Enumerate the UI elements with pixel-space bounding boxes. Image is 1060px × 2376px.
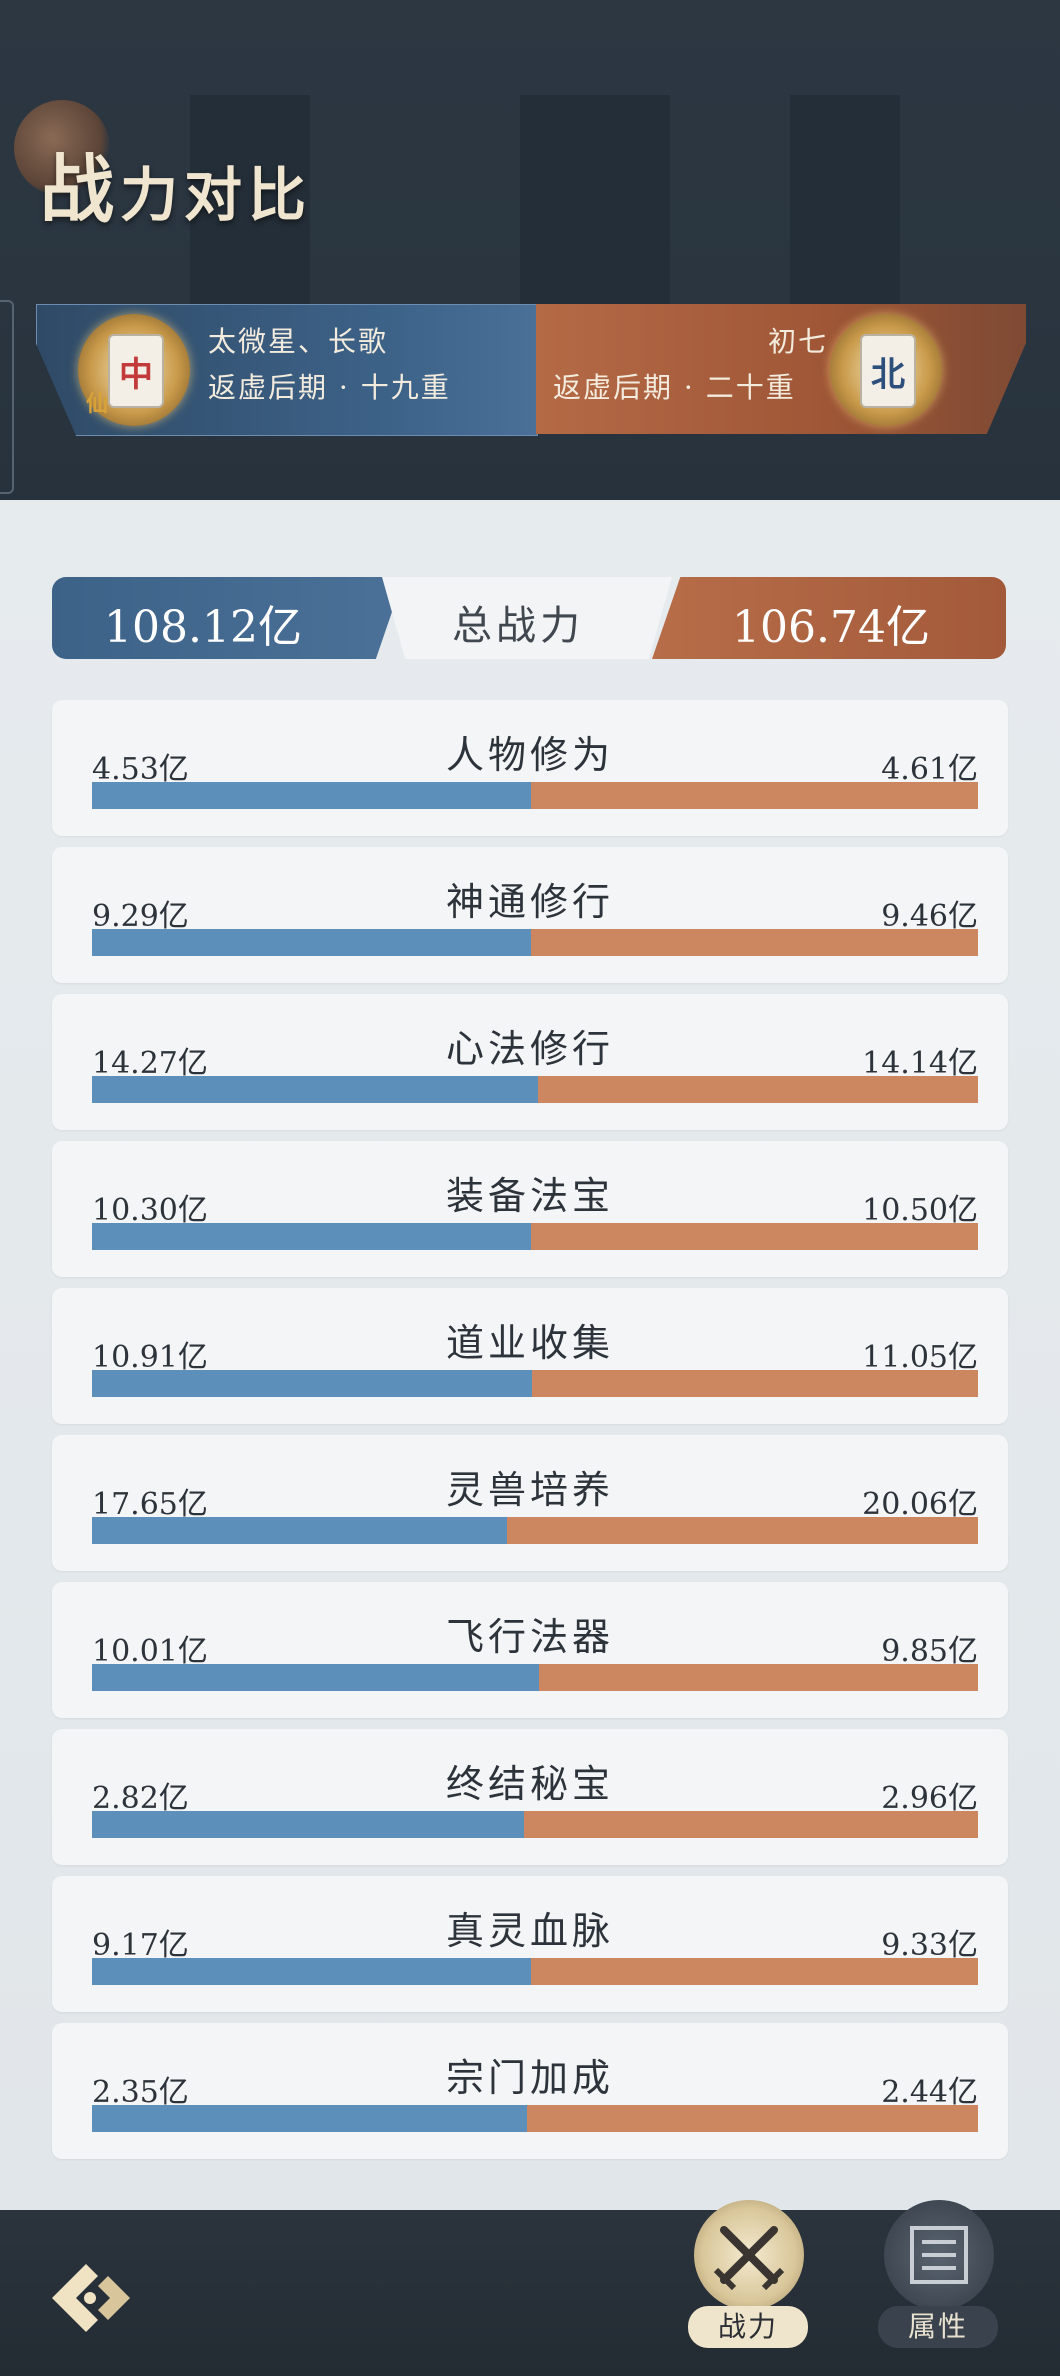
comparison-row: 灵兽培养 17.65亿 20.06亿 bbox=[52, 1435, 1008, 1571]
bar-right-segment bbox=[531, 782, 978, 809]
total-label: 总战力 bbox=[452, 603, 584, 649]
comparison-row: 飞行法器 10.01亿 9.85亿 bbox=[52, 1582, 1008, 1718]
page-title: 战力对比 bbox=[40, 130, 312, 237]
bottom-nav: 战力 属性 bbox=[0, 2200, 1060, 2376]
header: 战力对比 中 仙 北 太微星、长歌 返虚后期 · 十九重 初七 返虚后期 · 二… bbox=[0, 0, 1060, 500]
right-sect-emblem-icon[interactable]: 北 bbox=[830, 314, 942, 426]
bar-right-segment bbox=[538, 1664, 978, 1691]
tab-power-label: 战力 bbox=[688, 2306, 808, 2348]
comparison-row: 心法修行 14.27亿 14.14亿 bbox=[52, 994, 1008, 1130]
comparison-bar bbox=[92, 1370, 978, 1397]
row-label: 人物修为 bbox=[445, 733, 614, 777]
right-player-realm: 返虚后期 · 二十重 bbox=[553, 371, 796, 404]
row-label: 真灵血脉 bbox=[445, 1909, 614, 1953]
row-label: 宗门加成 bbox=[445, 2056, 614, 2100]
bar-left-segment bbox=[92, 1664, 539, 1691]
left-player-realm: 返虚后期 · 十九重 bbox=[208, 371, 451, 404]
bar-right-segment bbox=[531, 929, 978, 956]
page-title-big: 战 bbox=[40, 147, 120, 233]
comparison-bar bbox=[92, 1811, 978, 1838]
right-player-name: 初七 bbox=[768, 325, 829, 358]
tab-attributes-label: 属性 bbox=[878, 2306, 998, 2348]
back-arrow-icon bbox=[52, 2264, 130, 2332]
page-title-rest: 力对比 bbox=[120, 161, 313, 229]
comparison-row: 终结秘宝 2.82亿 2.96亿 bbox=[52, 1729, 1008, 1865]
left-player-name: 太微星、长歌 bbox=[208, 325, 389, 358]
left-emblem-tile: 中 bbox=[108, 334, 164, 408]
bar-left-segment bbox=[92, 1811, 525, 1838]
comparison-row: 道业收集 10.91亿 11.05亿 bbox=[52, 1288, 1008, 1424]
comparison-row: 宗门加成 2.35亿 2.44亿 bbox=[52, 2023, 1008, 2159]
comparison-bar bbox=[92, 1664, 978, 1691]
bar-right-segment bbox=[506, 1517, 978, 1544]
bar-right-segment bbox=[530, 1223, 978, 1250]
comparison-bar bbox=[92, 1076, 978, 1103]
bar-left-segment bbox=[92, 1223, 531, 1250]
tab-attributes-circle bbox=[884, 2200, 994, 2310]
total-right-value: 106.74亿 bbox=[732, 602, 930, 653]
comparison-row: 真灵血脉 9.17亿 9.33亿 bbox=[52, 1876, 1008, 2012]
bar-right-segment bbox=[531, 1958, 978, 1985]
row-label: 终结秘宝 bbox=[445, 1762, 614, 1806]
comparison-bar bbox=[92, 782, 978, 809]
background-panel bbox=[790, 95, 900, 305]
left-sect-emblem-icon[interactable]: 中 仙 bbox=[78, 314, 190, 426]
comparison-list: 人物修为 4.53亿 4.61亿 神通修行 9.29亿 9.46亿 心法修行 14.27亿 14… bbox=[52, 700, 1008, 2170]
comparison-bar bbox=[92, 1958, 978, 1985]
bar-right-segment bbox=[524, 1811, 978, 1838]
comparison-bar bbox=[92, 1517, 978, 1544]
comparison-bar bbox=[92, 1223, 978, 1250]
tab-attributes[interactable]: 属性 bbox=[878, 2180, 998, 2348]
bar-left-segment bbox=[92, 2105, 528, 2132]
total-power-bar: 108.12亿 总战力 106.74亿 bbox=[52, 577, 1006, 659]
tab-power[interactable]: 战力 bbox=[688, 2180, 808, 2348]
bar-left-segment bbox=[92, 782, 532, 809]
comparison-bar bbox=[92, 2105, 978, 2132]
comparison-row: 人物修为 4.53亿 4.61亿 bbox=[52, 700, 1008, 836]
side-tab[interactable] bbox=[0, 300, 14, 494]
comparison-row: 装备法宝 10.30亿 10.50亿 bbox=[52, 1141, 1008, 1277]
right-emblem-tile: 北 bbox=[860, 334, 916, 408]
left-emblem-sub: 仙 bbox=[86, 391, 109, 417]
bar-left-segment bbox=[92, 1517, 507, 1544]
row-label: 神通修行 bbox=[445, 880, 614, 924]
bar-left-segment bbox=[92, 1076, 538, 1103]
bar-right-segment bbox=[527, 2105, 978, 2132]
list-document-icon bbox=[910, 2226, 968, 2284]
bar-left-segment bbox=[92, 1370, 533, 1397]
total-left-value: 108.12亿 bbox=[104, 602, 302, 653]
comparison-bar bbox=[92, 929, 978, 956]
background-panel bbox=[520, 95, 670, 305]
crossed-swords-icon bbox=[713, 2226, 785, 2291]
back-button[interactable] bbox=[46, 2258, 142, 2338]
bar-right-segment bbox=[532, 1370, 978, 1397]
bar-left-segment bbox=[92, 929, 532, 956]
bar-left-segment bbox=[92, 1958, 532, 1985]
tab-power-circle bbox=[694, 2200, 804, 2310]
comparison-row: 神通修行 9.29亿 9.46亿 bbox=[52, 847, 1008, 983]
bar-right-segment bbox=[537, 1076, 978, 1103]
